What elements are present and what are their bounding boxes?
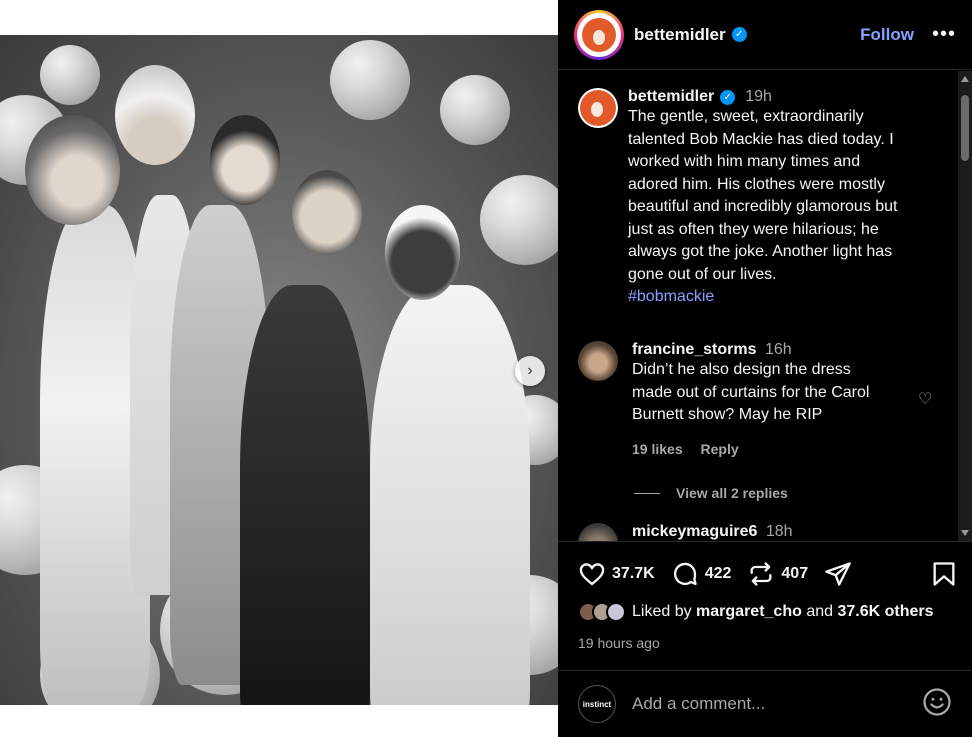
caption-line: beautiful and incredibly glamorous but <box>628 198 898 215</box>
comment-avatar[interactable] <box>578 523 618 541</box>
caption: bettemidler ✓ 19h The gentle, sweet, ext… <box>578 88 948 309</box>
comment-line: Burnett show? May he RIP <box>632 406 823 423</box>
liked-by-others[interactable]: 37.6K others <box>837 603 933 620</box>
author-username[interactable]: bettemidler <box>634 25 726 45</box>
liker-avatar <box>606 602 626 622</box>
caption-line: The gentle, sweet, extraordinarily <box>628 108 864 125</box>
photo-balloon <box>480 175 558 265</box>
bookmark-icon <box>933 562 955 586</box>
comment-icon <box>673 562 697 586</box>
photo-balloon <box>40 45 100 105</box>
comment-avatar[interactable] <box>578 341 618 381</box>
post-actions: 37.7K 422 407 Liked by margaret_cho and … <box>558 541 972 651</box>
likes-count: 37.7K <box>612 565 655 582</box>
save-button[interactable] <box>930 560 958 588</box>
photo-figure <box>240 285 370 705</box>
photo-balloon <box>330 40 410 120</box>
comment-header: francine_storms 16h <box>632 341 952 359</box>
comment-body: mickeymaguire6 18h <box>632 523 952 541</box>
caption-header: bettemidler ✓ 19h <box>628 88 948 106</box>
caption-line: gone out of our lives. <box>628 265 777 283</box>
comment-bar: instinct <box>558 670 972 737</box>
caption-time: 19h <box>745 88 772 105</box>
more-icon[interactable]: ••• <box>932 23 956 46</box>
photo-pane: › <box>0 0 558 737</box>
comment-time: 18h <box>765 523 793 540</box>
scroll-thumb[interactable] <box>961 95 969 161</box>
post-photo[interactable] <box>0 35 558 705</box>
heart-icon <box>579 563 605 586</box>
follow-button[interactable]: Follow <box>860 25 914 45</box>
comments-area[interactable]: bettemidler ✓ 19h The gentle, sweet, ext… <box>558 71 972 541</box>
comment-username[interactable]: mickeymaguire6 <box>632 523 757 540</box>
comment-line: Didn’t he also design the dress <box>632 361 851 378</box>
post-header: bettemidler ✓ Follow ••• <box>558 0 972 70</box>
chevron-right-icon: › <box>527 362 533 379</box>
caption-line: worked with him many times and <box>628 153 861 170</box>
verified-icon: ✓ <box>731 27 747 42</box>
current-user-avatar[interactable]: instinct <box>578 685 616 723</box>
comment-line: made out of curtains for the Carol <box>632 383 870 401</box>
emoji-button[interactable] <box>922 687 952 722</box>
caption-body: bettemidler ✓ 19h The gentle, sweet, ext… <box>628 88 948 309</box>
comment-reply-button[interactable]: Reply <box>701 441 739 457</box>
share-icon <box>825 562 851 586</box>
caption-line: adored him. His clothes were mostly <box>628 175 885 193</box>
photo-balloon <box>440 75 510 145</box>
photo-figure-head <box>115 65 195 165</box>
share-button[interactable] <box>824 560 852 588</box>
comment-likes[interactable]: 19 likes <box>632 441 683 457</box>
carousel-next-button[interactable]: › <box>515 356 545 386</box>
comment-header: mickeymaguire6 18h <box>632 523 952 541</box>
photo-figure-head <box>210 115 280 205</box>
photo-figure-head <box>25 115 120 225</box>
comment-username[interactable]: francine_storms <box>632 341 757 358</box>
caption-line: always got the joke. Another light has <box>628 243 893 260</box>
comment-text: Didn’t he also design the dress made out… <box>632 359 952 427</box>
photo-figure-head <box>385 205 460 300</box>
liked-by-row: Liked by margaret_cho and 37.6K others <box>578 602 934 622</box>
liked-by-user[interactable]: margaret_cho <box>696 603 802 620</box>
comment: francine_storms 16h Didn’t he also desig… <box>578 341 952 457</box>
verified-icon: ✓ <box>720 89 736 105</box>
avatar-portrait <box>582 17 616 52</box>
reposts-count: 407 <box>781 565 809 582</box>
repost-button[interactable]: 407 <box>747 560 808 588</box>
liked-by-text: Liked by margaret_cho and 37.6K others <box>632 603 934 621</box>
comment: mickeymaguire6 18h <box>578 523 952 541</box>
liked-by-prefix: Liked by <box>632 603 692 620</box>
comment-body: francine_storms 16h Didn’t he also desig… <box>632 341 952 457</box>
like-button[interactable]: 37.7K <box>578 560 655 588</box>
current-user-avatar-text: instinct <box>582 699 612 709</box>
avatar-portrait <box>580 90 616 126</box>
photo-figure <box>370 285 530 705</box>
author-avatar-image <box>577 12 621 57</box>
view-replies-button[interactable]: View all 2 replies <box>634 485 788 501</box>
post-timestamp[interactable]: 19 hours ago <box>578 635 660 651</box>
repost-icon <box>750 562 772 586</box>
caption-username[interactable]: bettemidler <box>628 88 714 106</box>
comment-input[interactable] <box>632 694 892 714</box>
comment-meta: 19 likes Reply <box>632 441 952 457</box>
view-replies-label: View all 2 replies <box>676 485 788 501</box>
emoji-icon <box>923 687 951 716</box>
caption-hashtag[interactable]: #bobmackie <box>628 286 948 309</box>
action-row: 37.7K 422 407 <box>578 560 958 588</box>
comment-time: 16h <box>764 341 792 358</box>
comment-like-heart-icon[interactable]: ♡ <box>918 389 932 409</box>
comments-count: 422 <box>704 565 732 582</box>
comments-scrollbar[interactable] <box>958 71 972 541</box>
comment-button[interactable]: 422 <box>671 560 732 588</box>
scroll-up-arrow-icon[interactable] <box>961 76 969 82</box>
scroll-down-arrow-icon[interactable] <box>961 530 969 536</box>
liked-by-middle: and <box>806 603 834 620</box>
photo-figure-head <box>292 170 362 255</box>
caption-text: The gentle, sweet, extraordinarily talen… <box>628 106 948 286</box>
caption-line: talented Bob Mackie has died today. I <box>628 130 894 148</box>
caption-avatar[interactable] <box>578 88 618 128</box>
caption-line: just as often they were hilarious; he <box>628 220 879 238</box>
author-avatar[interactable] <box>574 9 624 60</box>
post-pane: bettemidler ✓ Follow ••• bettemidler ✓ 1… <box>558 0 972 737</box>
